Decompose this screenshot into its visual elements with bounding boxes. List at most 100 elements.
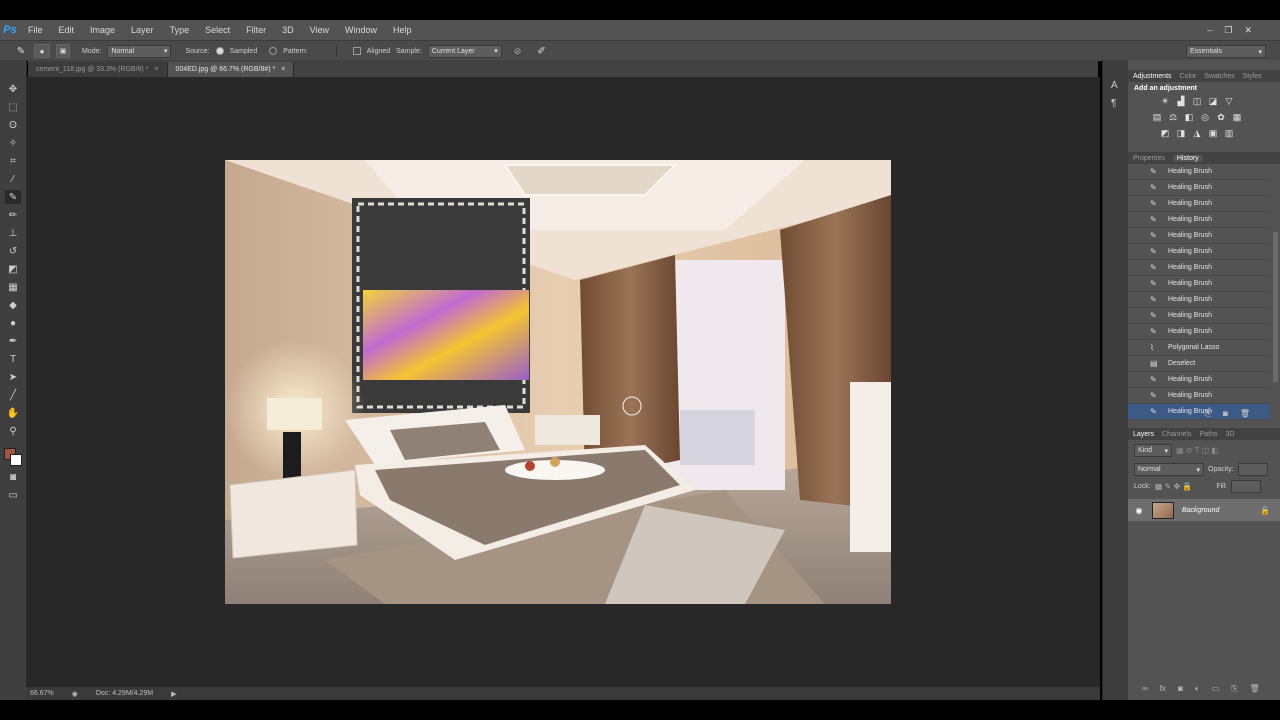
color-balance-icon[interactable]: ⚖ [1168, 112, 1178, 122]
lasso-tool-icon[interactable]: ʘ [5, 118, 21, 132]
menu-edit[interactable]: Edit [51, 25, 83, 35]
brush-settings-icon[interactable]: ▣ [56, 44, 70, 58]
history-source-checkbox[interactable] [1134, 231, 1144, 241]
quick-mask-icon[interactable]: ◙ [5, 470, 21, 484]
new-layer-icon[interactable]: ⎘ [1231, 684, 1237, 694]
history-source-checkbox[interactable] [1134, 327, 1144, 337]
restore-button[interactable]: ❐ [1224, 25, 1232, 36]
pattern-radio[interactable] [269, 47, 278, 55]
brush-picker-icon[interactable]: ● [34, 44, 50, 58]
tab-paths[interactable]: Paths [1200, 431, 1218, 438]
threshold-icon[interactable]: ◮ [1192, 128, 1202, 138]
pen-tool-icon[interactable]: ✒ [5, 334, 21, 348]
hue-saturation-icon[interactable]: ▤ [1152, 112, 1162, 122]
status-info-icon[interactable]: ◉ [72, 690, 78, 698]
history-item[interactable]: ✎ Healing Brush [1128, 212, 1270, 228]
eraser-tool-icon[interactable]: ◩ [5, 262, 21, 276]
clone-stamp-tool-icon[interactable]: ⊥ [5, 226, 21, 240]
history-source-checkbox[interactable] [1134, 183, 1144, 193]
photo-filter-icon[interactable]: ◎ [1200, 112, 1210, 122]
tab-properties[interactable]: Properties [1133, 155, 1165, 162]
visibility-eye-icon[interactable]: ◉ [1132, 506, 1146, 515]
filter-icons[interactable]: ▦ ⊘ T ◫ ◧ [1176, 446, 1219, 455]
close-window-button[interactable]: ✕ [1244, 25, 1252, 36]
history-item[interactable]: ✎ Healing Brush [1128, 292, 1270, 308]
menu-help[interactable]: Help [385, 25, 420, 35]
history-source-checkbox[interactable] [1134, 199, 1144, 209]
posterize-icon[interactable]: ◨ [1176, 128, 1186, 138]
history-source-checkbox[interactable] [1134, 247, 1144, 257]
menu-view[interactable]: View [302, 25, 337, 35]
document-image[interactable] [225, 160, 891, 604]
zoom-tool-icon[interactable]: ⚲ [5, 424, 21, 438]
curves-icon[interactable]: ◫ [1192, 96, 1202, 106]
marquee-tool-icon[interactable]: ⬚ [5, 100, 21, 114]
gradient-map-icon[interactable]: ▥ [1224, 128, 1234, 138]
ignore-adjustment-icon[interactable]: ⊘ [514, 46, 522, 57]
dodge-tool-icon[interactable]: ● [5, 316, 21, 330]
history-item[interactable]: ✎ Healing Brush [1128, 260, 1270, 276]
paragraph-panel-icon[interactable]: ¶ [1111, 98, 1116, 109]
layer-filter-select[interactable]: Kind ▾ [1134, 444, 1172, 457]
menu-image[interactable]: Image [82, 25, 123, 35]
history-source-checkbox[interactable] [1134, 343, 1144, 353]
history-source-checkbox[interactable] [1134, 215, 1144, 225]
tab-cement[interactable]: cement_118.jpg @ 33.3% (RGB/8) * × [28, 62, 168, 77]
history-source-checkbox[interactable] [1134, 295, 1144, 305]
hand-tool-icon[interactable]: ✋ [5, 406, 21, 420]
new-document-from-state-icon[interactable]: ⎘ [1205, 409, 1211, 419]
history-item[interactable]: ⌇ Polygonal Lasso [1128, 340, 1270, 356]
line-tool-icon[interactable]: ╱ [5, 388, 21, 402]
healing-brush-preset-icon[interactable]: ✎ [14, 46, 28, 57]
gradient-tool-icon[interactable]: ▦ [5, 280, 21, 294]
menu-select[interactable]: Select [197, 25, 238, 35]
tab-styles[interactable]: Styles [1243, 73, 1262, 80]
tab-layers[interactable]: Layers [1133, 431, 1154, 438]
tab-adjustments[interactable]: Adjustments [1133, 73, 1172, 80]
delete-layer-icon[interactable]: 🗑 [1250, 684, 1260, 694]
brightness-icon[interactable]: ☀ [1160, 96, 1170, 106]
history-item[interactable]: ✎ Healing Brush [1128, 276, 1270, 292]
history-source-checkbox[interactable] [1134, 391, 1144, 401]
layer-style-icon[interactable]: fx [1160, 684, 1166, 694]
close-icon[interactable]: × [281, 66, 285, 73]
workspace-select[interactable]: Essentials ▾ [1186, 45, 1266, 58]
new-group-icon[interactable]: ▭ [1212, 684, 1220, 694]
crop-tool-icon[interactable]: ⌗ [5, 154, 21, 168]
black-white-icon[interactable]: ◧ [1184, 112, 1194, 122]
menu-filter[interactable]: Filter [238, 25, 274, 35]
history-item[interactable]: ✎ Healing Brush [1128, 244, 1270, 260]
history-source-checkbox[interactable] [1134, 263, 1144, 273]
menu-type[interactable]: Type [162, 25, 198, 35]
add-mask-icon[interactable]: ◙ [1178, 684, 1183, 694]
exposure-icon[interactable]: ◪ [1208, 96, 1218, 106]
pressure-size-icon[interactable]: ✐ [537, 46, 545, 57]
move-tool-icon[interactable]: ✥ [5, 82, 21, 96]
character-panel-icon[interactable]: A [1111, 80, 1118, 91]
adjustment-layer-icon[interactable]: ◐ [1195, 684, 1200, 694]
lock-icons[interactable]: ▦ ✎ ✥ 🔒 [1155, 482, 1193, 491]
vibrance-icon[interactable]: ▽ [1224, 96, 1234, 106]
invert-icon[interactable]: ◩ [1160, 128, 1170, 138]
minimize-button[interactable]: – [1207, 25, 1212, 35]
background-color-swatch[interactable] [10, 454, 22, 466]
sample-select[interactable]: Current Layer ▾ [427, 44, 502, 58]
channel-mixer-icon[interactable]: ✿ [1216, 112, 1226, 122]
link-layers-icon[interactable]: ∞ [1142, 684, 1148, 694]
history-source-checkbox[interactable] [1134, 359, 1144, 369]
history-source-checkbox[interactable] [1134, 407, 1144, 417]
new-snapshot-icon[interactable]: ◙ [1223, 409, 1228, 419]
history-item[interactable]: ✎ Healing Brush [1128, 180, 1270, 196]
sampled-radio[interactable] [215, 47, 224, 55]
zoom-level[interactable]: 66.67% [30, 690, 54, 697]
menu-layer[interactable]: Layer [123, 25, 162, 35]
history-item[interactable]: ✎ Healing Brush [1128, 308, 1270, 324]
history-brush-tool-icon[interactable]: ↺ [5, 244, 21, 258]
tab-color[interactable]: Color [1180, 73, 1197, 80]
tab-3d[interactable]: 3D [1226, 431, 1235, 438]
history-source-checkbox[interactable] [1134, 167, 1144, 177]
aligned-checkbox[interactable] [352, 47, 361, 55]
screen-mode-icon[interactable]: ▭ [5, 488, 21, 502]
type-tool-icon[interactable]: T [5, 352, 21, 366]
menu-window[interactable]: Window [337, 25, 385, 35]
